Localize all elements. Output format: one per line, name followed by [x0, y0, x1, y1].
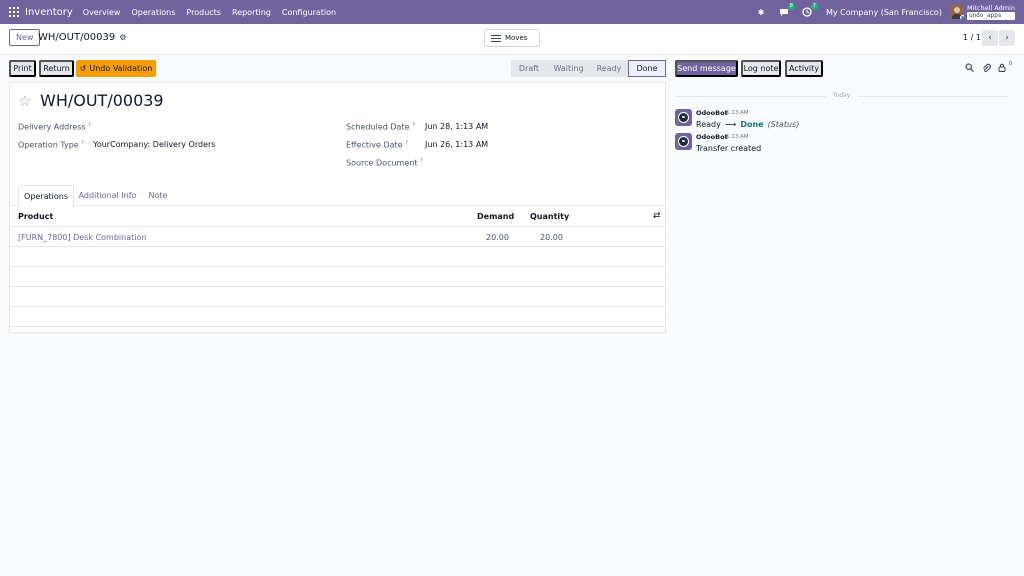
tracking-field-name: (Status) [767, 120, 800, 129]
return-button[interactable]: Return [39, 60, 74, 77]
message-author[interactable]: OdooBot [696, 109, 728, 117]
tracking-new-value: Done [740, 120, 764, 129]
odoobot-avatar[interactable] [675, 133, 692, 150]
pager-previous-button[interactable]: ‹ [982, 30, 998, 46]
send-message-button[interactable]: Send message [675, 60, 738, 77]
control-panel: New WH/OUT/00039 ⚙ Moves 1 / 1 ‹ › [0, 24, 1024, 55]
activities-icon[interactable]: 7 [801, 3, 818, 18]
table-row-empty [10, 307, 665, 327]
source-document-label: Source Document ? [346, 158, 423, 168]
pager-value[interactable]: 1 / 1 [963, 33, 981, 42]
activities-badge: 7 [810, 3, 818, 10]
tab-note[interactable]: Note [145, 185, 171, 206]
scheduled-date-field[interactable]: Jun 28, 1:13 AM [425, 122, 488, 131]
pager-next-button[interactable]: › [999, 30, 1015, 46]
chevron-right-icon: › [1005, 33, 1009, 43]
table-row[interactable]: [FURN_7800] Desk Combination 20.00 20.00 [10, 227, 665, 247]
tab-operations[interactable]: Operations [18, 185, 74, 207]
moves-smart-button[interactable]: Moves [484, 29, 540, 47]
chevron-left-icon: ‹ [988, 33, 992, 43]
operations-table-header: Product Demand Quantity ⇄ [10, 206, 665, 227]
operation-type-field[interactable]: YourCompany: Delivery Orders [93, 140, 215, 149]
arrow-right-icon: ⟶ [724, 120, 737, 129]
status-stages: Draft Waiting Ready Done [511, 60, 666, 77]
followers-icon[interactable]: 0 [998, 61, 1013, 75]
tracking-old-value: Ready [696, 120, 721, 129]
optional-columns-icon[interactable]: ⇄ [653, 211, 661, 221]
undo-validation-label: Undo Validation [89, 64, 153, 73]
stage-waiting[interactable]: Waiting [547, 60, 590, 77]
delivery-address-label: Delivery Address ? [18, 122, 91, 132]
message-body: Transfer created [696, 144, 762, 153]
app-brand[interactable]: Inventory [25, 7, 73, 18]
followers-count: 0 [1008, 61, 1013, 67]
gear-icon[interactable]: ⚙ [119, 33, 126, 42]
demand-cell[interactable]: 20.00 [486, 233, 509, 242]
scheduled-date-label: Scheduled Date ? [346, 122, 415, 132]
moves-label: Moves [505, 34, 528, 42]
column-quantity[interactable]: Quantity [530, 212, 569, 221]
paperclip-icon[interactable] [982, 63, 991, 76]
table-row-empty [10, 287, 665, 307]
operation-type-label: Operation Type ? [18, 140, 84, 150]
user-avatar[interactable] [949, 5, 964, 19]
menu-products[interactable]: Products [186, 8, 221, 17]
menu-operations[interactable]: Operations [131, 8, 175, 17]
top-navbar: Inventory Overview Operations Products R… [0, 0, 1024, 24]
effective-date-label: Effective Date ? [346, 140, 408, 150]
new-button[interactable]: New [9, 29, 41, 46]
undo-validation-button[interactable]: ↺ Undo Validation [76, 60, 156, 77]
column-product[interactable]: Product [18, 212, 53, 221]
table-row-empty [10, 267, 665, 287]
print-button[interactable]: Print [9, 60, 36, 77]
message-time: 1:13 AM [726, 134, 749, 140]
column-demand[interactable]: Demand [477, 212, 514, 221]
messages-icon[interactable]: 8 [778, 3, 795, 18]
quantity-cell[interactable]: 20.00 [540, 233, 563, 242]
breadcrumb: WH/OUT/00039 ⚙ [38, 32, 126, 43]
menu-configuration[interactable]: Configuration [282, 8, 336, 17]
database-name: undo_apps [966, 12, 1015, 20]
stage-ready[interactable]: Ready [590, 60, 628, 77]
form-sheet: ☆ WH/OUT/00039 Delivery Address ? Operat… [9, 82, 666, 333]
search-icon[interactable] [965, 63, 974, 75]
list-icon [491, 34, 501, 42]
message-author[interactable]: OdooBot [696, 133, 728, 141]
stage-done[interactable]: Done [628, 60, 666, 77]
stage-draft[interactable]: Draft [511, 60, 547, 77]
apps-menu-icon[interactable] [9, 7, 19, 17]
message-time: 1:13 AM [726, 110, 749, 116]
date-divider: Today [676, 92, 1008, 99]
activity-button[interactable]: Activity [785, 60, 823, 77]
bug-icon[interactable]: ✱ [755, 6, 767, 18]
undo-icon: ↺ [79, 64, 87, 73]
star-icon[interactable]: ☆ [18, 92, 31, 110]
log-note-button[interactable]: Log note [741, 60, 781, 77]
product-cell[interactable]: [FURN_7800] Desk Combination [18, 233, 146, 242]
user-name: Mitchell Admin [966, 4, 1015, 12]
date-divider-label: Today [833, 92, 851, 99]
tracking-message: Ready ⟶ Done (Status) [696, 120, 799, 129]
messages-badge: 8 [787, 3, 795, 10]
table-row-empty [10, 247, 665, 267]
company-switcher[interactable]: My Company (San Francisco) [826, 8, 942, 17]
menu-overview[interactable]: Overview [83, 8, 121, 17]
effective-date-field[interactable]: Jun 26, 1:13 AM [425, 140, 488, 149]
breadcrumb-current: WH/OUT/00039 [38, 32, 116, 43]
menu-reporting[interactable]: Reporting [232, 8, 271, 17]
notebook-tabs: Operations Additional Info Note [10, 185, 665, 207]
record-title: WH/OUT/00039 [40, 91, 164, 110]
user-menu[interactable]: Mitchell Admin undo_apps [966, 4, 1015, 20]
odoobot-avatar[interactable] [675, 109, 692, 126]
tab-additional-info[interactable]: Additional Info [78, 185, 137, 206]
